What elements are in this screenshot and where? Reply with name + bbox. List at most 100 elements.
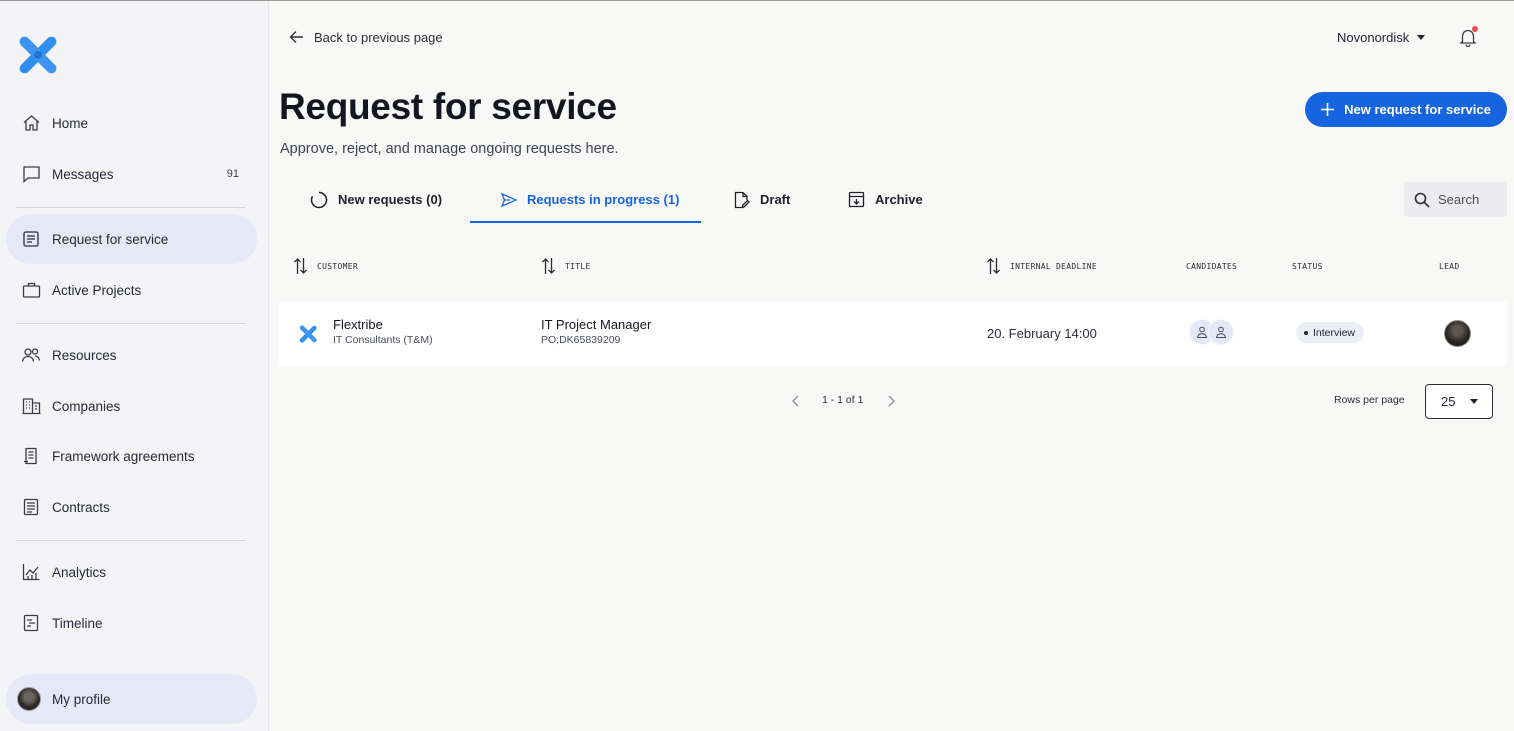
sidebar-item-label: My profile [52,691,111,707]
app-logo-icon[interactable] [18,35,58,75]
sidebar-item-label: Request for service [52,231,169,247]
caret-down-icon [1417,34,1426,40]
table-row[interactable]: Flextribe IT Consultants (T&M) IT Projec… [279,301,1507,365]
sidebar-item-messages[interactable]: Messages 91 [6,149,257,199]
candidate-avatar [1208,319,1234,345]
arrow-left-icon [289,31,303,43]
sidebar-item-resources[interactable]: Resources [6,330,257,380]
notifications-button[interactable] [1457,26,1479,48]
main-content: Back to previous page Novonordisk Reques… [270,1,1514,731]
briefcase-icon [21,280,41,300]
page-subtitle: Approve, reject, and manage ongoing requ… [280,141,619,157]
tab-label: Requests in progress (1) [527,192,680,207]
sidebar-item-label: Framework agreements [52,448,195,464]
spinner-icon [310,191,328,208]
tab-draft[interactable]: Draft [733,177,790,222]
rows-per-page-value: 25 [1441,394,1456,409]
sidebar-item-contracts[interactable]: Contracts [6,482,257,532]
sidebar-item-label: Active Projects [52,282,142,298]
pagination-range: 1 - 1 of 1 [822,394,864,406]
column-header-title[interactable]: Title [541,256,591,276]
customer-type: IT Consultants (T&M) [333,334,433,346]
sidebar-item-framework-agreements[interactable]: Framework agreements [6,431,257,481]
new-request-button-label: New request for service [1344,102,1491,117]
customer-name: Flextribe [333,317,383,332]
search-icon [1414,192,1430,208]
back-link[interactable]: Back to previous page [289,26,443,48]
sidebar-item-label: Timeline [52,615,103,631]
sidebar-divider [16,207,246,208]
sidebar-item-home[interactable]: Home [6,98,257,148]
candidates-avatars[interactable] [1189,319,1234,345]
active-tab-indicator [470,221,701,223]
sidebar-item-label: Companies [52,398,121,414]
back-link-label: Back to previous page [314,29,443,45]
status-badge: Interview [1296,322,1365,343]
next-page-button[interactable] [883,392,899,410]
sidebar-item-request-for-service[interactable]: Request for service [6,214,257,264]
tab-archive[interactable]: Archive [848,177,923,222]
sidebar-item-analytics[interactable]: Analytics [6,547,257,597]
tab-requests-in-progress[interactable]: Requests in progress (1) [501,177,679,222]
chevron-left-icon [792,395,799,407]
column-header-internal-deadline[interactable]: Internal deadline [986,256,1097,276]
analytics-icon [21,562,41,582]
search-placeholder: Search [1438,192,1480,207]
sidebar-divider [16,323,246,324]
sidebar-item-label: Messages [52,166,114,182]
sidebar-divider [16,540,246,541]
sidebar: Home Messages 91 Request for service Act… [0,1,269,731]
timeline-icon [21,613,41,633]
tab-new-requests[interactable]: New requests (0) [310,177,442,222]
sidebar-item-timeline[interactable]: Timeline [6,598,257,648]
message-icon [21,164,41,184]
rows-per-page-select[interactable]: 25 [1425,384,1493,419]
draft-icon [734,191,750,208]
internal-deadline: 20. February 14:00 [987,326,1097,341]
tab-label: Archive [875,192,923,207]
archive-icon [848,191,865,208]
request-title: IT Project Manager [541,317,652,332]
chevron-right-icon [888,395,895,407]
purchase-order: PO;DK65839209 [541,334,621,346]
sidebar-item-companies[interactable]: Companies [6,381,257,431]
tab-label: New requests (0) [338,192,443,207]
rows-per-page-label: Rows per page [1334,394,1405,406]
column-header-lead: Lead [1439,261,1460,271]
column-header-status: Status [1292,261,1323,271]
messages-count-badge: 91 [226,168,239,180]
sidebar-item-label: Contracts [52,499,110,515]
sort-icon [987,258,1000,274]
notification-dot [1472,26,1478,32]
sidebar-item-label: Home [52,115,89,131]
send-icon [501,192,517,207]
status-label: Interview [1313,326,1356,339]
customer-logo-icon [299,325,317,343]
sort-icon [542,258,555,274]
people-icon [21,345,41,365]
previous-page-button[interactable] [788,392,804,410]
lead-avatar[interactable] [1444,320,1471,347]
person-icon [1215,326,1227,338]
home-icon [21,113,41,133]
caret-down-icon [1470,399,1478,404]
avatar [17,687,41,711]
agreement-icon [21,446,41,466]
sidebar-item-label: Analytics [52,564,107,580]
page-title: Request for service [279,86,617,127]
person-icon [1196,326,1208,338]
request-icon [21,229,41,249]
new-request-button[interactable]: New request for service [1305,92,1507,127]
plus-icon [1321,103,1335,116]
search-input[interactable]: Search [1404,182,1507,217]
sidebar-item-active-projects[interactable]: Active Projects [6,265,257,315]
organization-name: Novonordisk [1337,29,1410,45]
sidebar-item-label: Resources [52,347,117,363]
contract-icon [21,497,41,517]
tab-label: Draft [760,192,791,207]
organization-switcher[interactable]: Novonordisk [1337,26,1426,48]
column-header-customer[interactable]: Customer [293,256,358,276]
sort-icon [294,258,307,274]
status-dot [1304,330,1308,335]
sidebar-item-my-profile[interactable]: My profile [6,674,257,724]
